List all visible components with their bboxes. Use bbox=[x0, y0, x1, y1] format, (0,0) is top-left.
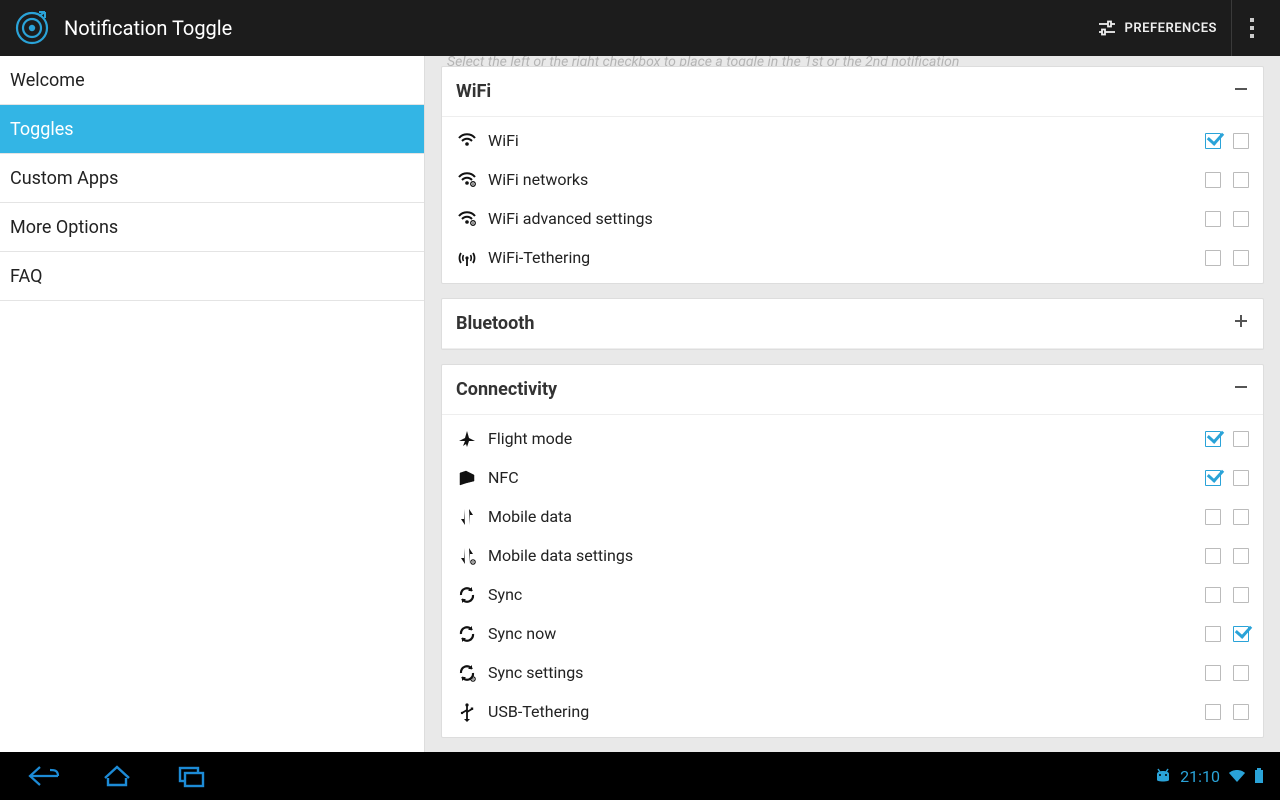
checkbox-notification-1[interactable] bbox=[1205, 548, 1221, 564]
checkbox-notification-1[interactable] bbox=[1205, 172, 1221, 188]
checkbox-notification-2[interactable] bbox=[1233, 133, 1249, 149]
wifi-icon bbox=[452, 130, 482, 152]
usb-icon bbox=[452, 701, 482, 723]
recents-button[interactable] bbox=[154, 752, 228, 800]
sidebar: WelcomeTogglesCustom AppsMore OptionsFAQ bbox=[0, 56, 425, 752]
sidebar-item-faq[interactable]: FAQ bbox=[0, 252, 424, 301]
sidebar-item-toggles[interactable]: Toggles bbox=[0, 105, 424, 154]
toggle-row[interactable]: WiFi-Tethering bbox=[442, 238, 1263, 277]
section-bluetooth: Bluetooth bbox=[441, 298, 1264, 350]
section-title: Connectivity bbox=[456, 379, 557, 400]
toggle-row[interactable]: Mobile data bbox=[442, 497, 1263, 536]
toggle-row[interactable]: WiFi bbox=[442, 121, 1263, 160]
toggle-row[interactable]: Sync bbox=[442, 575, 1263, 614]
checkbox-notification-2[interactable] bbox=[1233, 548, 1249, 564]
toggle-label: Flight mode bbox=[482, 429, 1193, 448]
data-icon bbox=[452, 506, 482, 528]
toggle-row[interactable]: Flight mode bbox=[442, 419, 1263, 458]
wifi-cog-icon bbox=[452, 208, 482, 230]
sync-cog-icon bbox=[452, 662, 482, 684]
plane-icon bbox=[452, 428, 482, 450]
checkbox-notification-1[interactable] bbox=[1205, 665, 1221, 681]
toggle-label: Sync bbox=[482, 585, 1193, 604]
checkbox-notification-2[interactable] bbox=[1233, 470, 1249, 486]
nfc-icon bbox=[452, 467, 482, 489]
sidebar-item-welcome[interactable]: Welcome bbox=[0, 56, 424, 105]
section-connectivity: Connectivity Flight mode NFC Mobile data Mob… bbox=[441, 364, 1264, 738]
checkbox-notification-2[interactable] bbox=[1233, 172, 1249, 188]
toggle-label: WiFi advanced settings bbox=[482, 209, 1193, 228]
main-panel: Select the left or the right checkbox to… bbox=[425, 56, 1280, 752]
toggle-label: Sync now bbox=[482, 624, 1193, 643]
checkbox-notification-1[interactable] bbox=[1205, 250, 1221, 266]
section-header[interactable]: Bluetooth bbox=[442, 299, 1263, 349]
checkbox-notification-2[interactable] bbox=[1233, 587, 1249, 603]
tether-icon bbox=[452, 247, 482, 269]
action-bar: Notification Toggle PREFERENCES bbox=[0, 0, 1280, 56]
toggle-label: NFC bbox=[482, 468, 1193, 487]
toggle-label: Mobile data settings bbox=[482, 546, 1193, 565]
status-tray: 21:10 bbox=[1154, 767, 1274, 786]
sidebar-item-more-options[interactable]: More Options bbox=[0, 203, 424, 252]
data-cog-icon bbox=[452, 545, 482, 567]
toggle-label: USB-Tethering bbox=[482, 702, 1193, 721]
section-header[interactable]: WiFi bbox=[442, 67, 1263, 117]
checkbox-notification-2[interactable] bbox=[1233, 626, 1249, 642]
collapse-icon[interactable] bbox=[1233, 379, 1249, 400]
toggle-row[interactable]: Sync settings bbox=[442, 653, 1263, 692]
hint-text: Select the left or the right checkbox to… bbox=[441, 56, 1264, 66]
toggle-row[interactable]: Sync now bbox=[442, 614, 1263, 653]
sync-icon bbox=[452, 623, 482, 645]
home-button[interactable] bbox=[80, 752, 154, 800]
toggle-row[interactable]: Mobile data settings bbox=[442, 536, 1263, 575]
toggle-label: WiFi-Tethering bbox=[482, 248, 1193, 267]
toggle-row[interactable]: USB-Tethering bbox=[442, 692, 1263, 731]
checkbox-notification-1[interactable] bbox=[1205, 587, 1221, 603]
android-face-icon bbox=[1154, 767, 1172, 785]
checkbox-notification-1[interactable] bbox=[1205, 431, 1221, 447]
wifi-cog-icon bbox=[452, 169, 482, 191]
section-title: WiFi bbox=[456, 81, 491, 102]
checkbox-notification-1[interactable] bbox=[1205, 133, 1221, 149]
system-nav-bar: 21:10 bbox=[0, 752, 1280, 800]
checkbox-notification-2[interactable] bbox=[1233, 431, 1249, 447]
collapse-icon[interactable] bbox=[1233, 81, 1249, 102]
toggle-row[interactable]: NFC bbox=[442, 458, 1263, 497]
checkbox-notification-1[interactable] bbox=[1205, 626, 1221, 642]
preferences-label: PREFERENCES bbox=[1125, 21, 1217, 36]
toggle-label: WiFi networks bbox=[482, 170, 1193, 189]
sliders-icon bbox=[1097, 18, 1117, 38]
checkbox-notification-1[interactable] bbox=[1205, 704, 1221, 720]
app-title: Notification Toggle bbox=[64, 16, 1083, 40]
toggle-label: WiFi bbox=[482, 131, 1193, 150]
overflow-icon bbox=[1249, 17, 1255, 39]
back-button[interactable] bbox=[6, 752, 80, 800]
toggle-label: Mobile data bbox=[482, 507, 1193, 526]
checkbox-notification-2[interactable] bbox=[1233, 211, 1249, 227]
checkbox-notification-2[interactable] bbox=[1233, 509, 1249, 525]
preferences-button[interactable]: PREFERENCES bbox=[1083, 0, 1232, 56]
sidebar-item-custom-apps[interactable]: Custom Apps bbox=[0, 154, 424, 203]
checkbox-notification-2[interactable] bbox=[1233, 250, 1249, 266]
checkbox-notification-2[interactable] bbox=[1233, 704, 1249, 720]
checkbox-notification-1[interactable] bbox=[1205, 211, 1221, 227]
section-header[interactable]: Connectivity bbox=[442, 365, 1263, 415]
toggle-row[interactable]: WiFi advanced settings bbox=[442, 199, 1263, 238]
toggle-label: Sync settings bbox=[482, 663, 1193, 682]
clock: 21:10 bbox=[1180, 767, 1220, 786]
overflow-menu-button[interactable] bbox=[1232, 0, 1272, 56]
section-wifi: WiFi WiFi WiFi networks WiFi advanced setti… bbox=[441, 66, 1264, 284]
checkbox-notification-2[interactable] bbox=[1233, 665, 1249, 681]
app-icon bbox=[12, 8, 52, 48]
checkbox-notification-1[interactable] bbox=[1205, 509, 1221, 525]
wifi-status-icon bbox=[1228, 769, 1246, 783]
sync-icon bbox=[452, 584, 482, 606]
checkbox-notification-1[interactable] bbox=[1205, 470, 1221, 486]
expand-icon[interactable] bbox=[1233, 313, 1249, 334]
battery-status-icon bbox=[1254, 768, 1264, 784]
toggle-row[interactable]: WiFi networks bbox=[442, 160, 1263, 199]
section-title: Bluetooth bbox=[456, 313, 534, 334]
